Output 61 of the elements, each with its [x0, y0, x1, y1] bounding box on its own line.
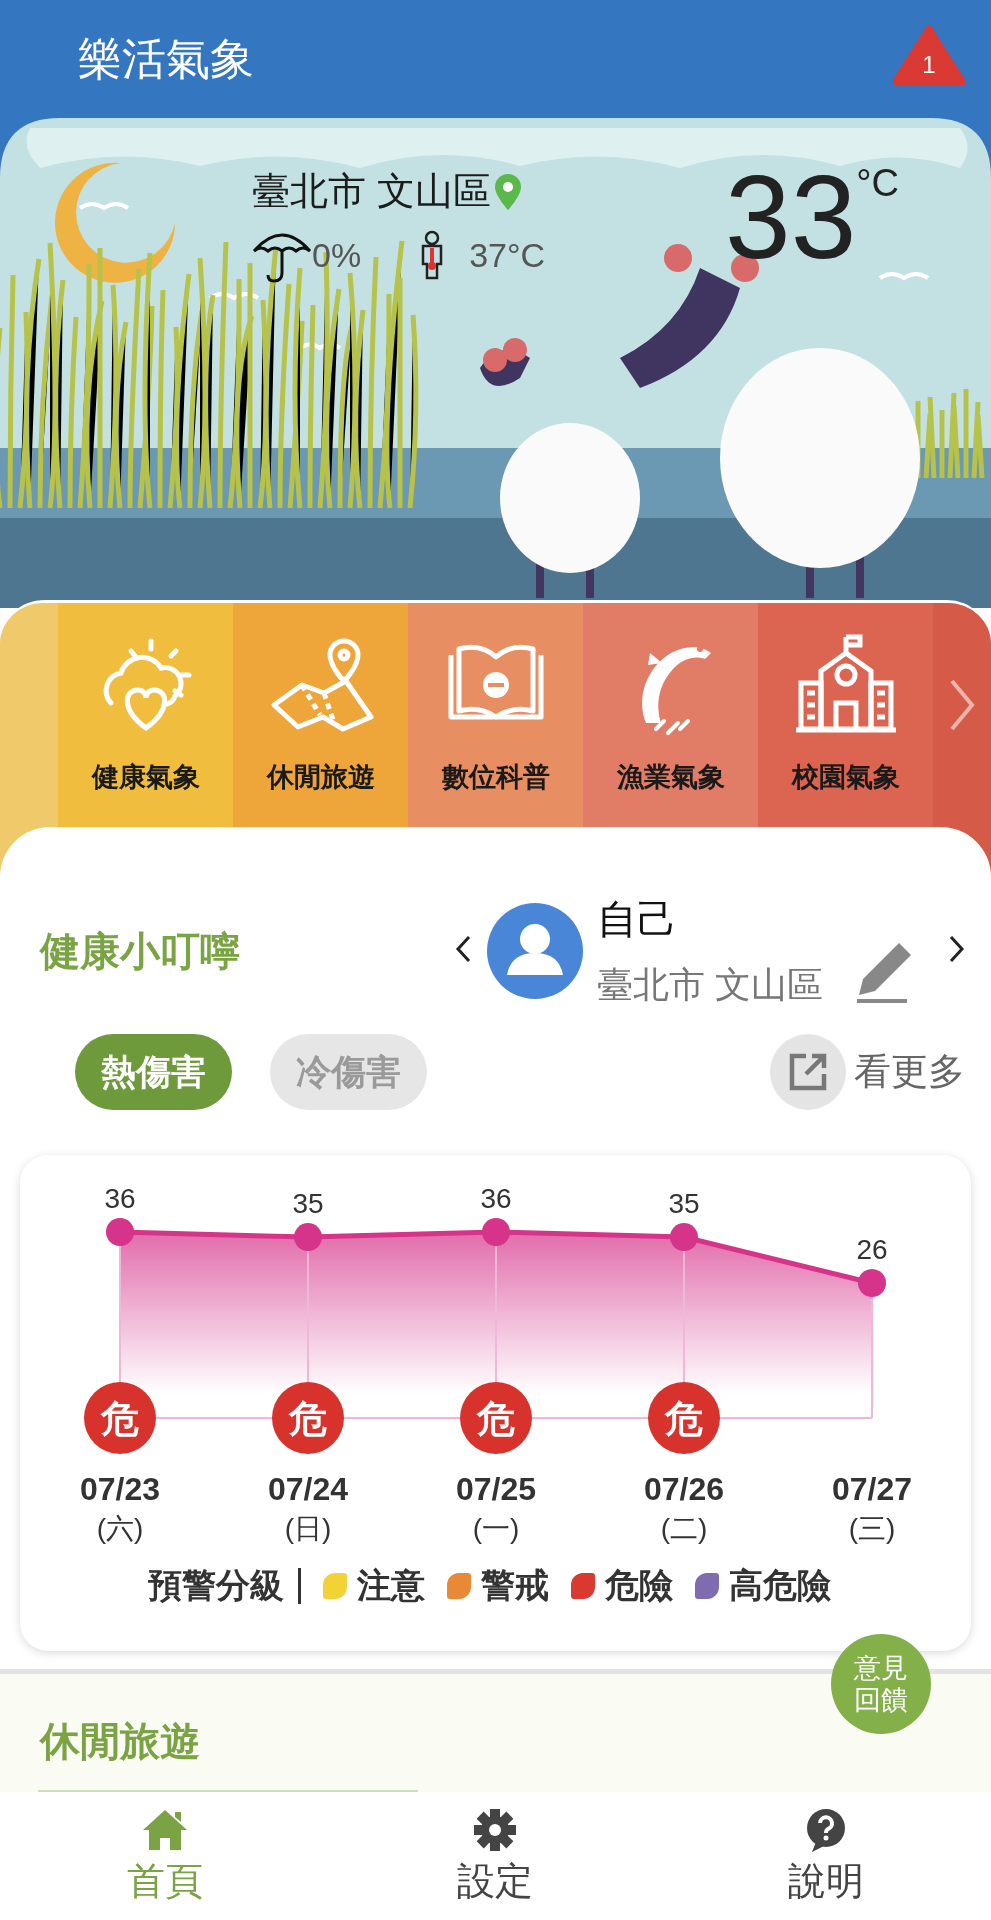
category-tile[interactable]: 校園氣象	[758, 603, 933, 830]
weekday-label: (日)	[284, 1513, 332, 1544]
weekday-label: (三)	[848, 1513, 896, 1544]
danger-badge: 危	[84, 1382, 156, 1454]
data-point	[482, 1218, 510, 1246]
category-label: 休閒旅遊	[266, 761, 375, 794]
data-label: 35	[292, 1188, 324, 1220]
category-label: 健康氣象	[91, 761, 200, 794]
legend-label: 高危險	[729, 1565, 831, 1606]
chevron-left-icon	[455, 934, 471, 963]
category-tile[interactable]: 漁業氣象	[583, 603, 758, 830]
tab[interactable]: 熱傷害	[75, 1034, 232, 1110]
feels-like-text: 37°C	[469, 235, 546, 275]
legend-label: 注意	[357, 1565, 425, 1606]
data-label: 26	[856, 1234, 888, 1265]
see-more-link[interactable]: 看更多	[764, 1033, 971, 1111]
date-label: 07/27	[831, 1471, 913, 1507]
category-label: 校園氣象	[791, 761, 900, 794]
date-label: 07/24	[267, 1471, 349, 1507]
avatar-icon	[487, 903, 583, 999]
data-point	[670, 1223, 698, 1252]
danger-badge: 危	[648, 1382, 720, 1454]
nav-item[interactable]: 首頁	[0, 1792, 331, 1920]
danger-badge: 危	[460, 1382, 532, 1454]
category-tile[interactable]: 數位科普	[408, 603, 583, 830]
location-text: 臺北市 文山區	[252, 169, 491, 214]
date-label: 07/23	[79, 1471, 161, 1507]
danger-badge: 危	[272, 1382, 344, 1454]
legend-title: 預警分級	[148, 1565, 284, 1606]
data-point	[294, 1223, 322, 1252]
temperature-unit: °C	[856, 162, 899, 205]
data-point	[106, 1218, 134, 1246]
section-title: 休閒旅遊	[40, 1719, 200, 1763]
date-label: 07/25	[455, 1471, 537, 1507]
chevron-right-icon	[949, 934, 965, 963]
category-tile[interactable]: 休閒旅遊	[233, 603, 408, 830]
section-title: 健康小叮嚀	[40, 927, 241, 975]
profile-name: 自己	[597, 896, 678, 943]
category-label: 數位科普	[441, 761, 550, 794]
nav-item[interactable]: 設定	[330, 1792, 661, 1920]
data-label: 36	[480, 1183, 512, 1214]
alert-button[interactable]: 1	[893, 24, 965, 86]
legend-label: 危險	[605, 1565, 673, 1606]
app-title: 樂活氣象	[78, 32, 254, 85]
external-link-icon	[770, 1034, 846, 1110]
weekday-label: (二)	[660, 1513, 708, 1544]
legend-label: 警戒	[481, 1565, 549, 1606]
profile-location: 臺北市 文山區	[597, 963, 823, 1007]
weekday-label: (一)	[472, 1513, 520, 1544]
rain-chance-text: 0%	[312, 235, 362, 275]
chevron-right-icon[interactable]	[949, 678, 975, 732]
category-label: 漁業氣象	[616, 761, 725, 794]
nav-item[interactable]: 說明	[660, 1792, 991, 1920]
data-point	[858, 1269, 886, 1297]
temperature-text: 33	[725, 158, 857, 276]
data-label: 36	[104, 1183, 136, 1214]
map-pin-icon	[494, 173, 521, 210]
date-label: 07/26	[643, 1471, 725, 1507]
weekday-label: (六)	[96, 1513, 144, 1544]
data-label: 35	[668, 1188, 700, 1220]
category-tile[interactable]: 健康氣象	[58, 603, 233, 830]
